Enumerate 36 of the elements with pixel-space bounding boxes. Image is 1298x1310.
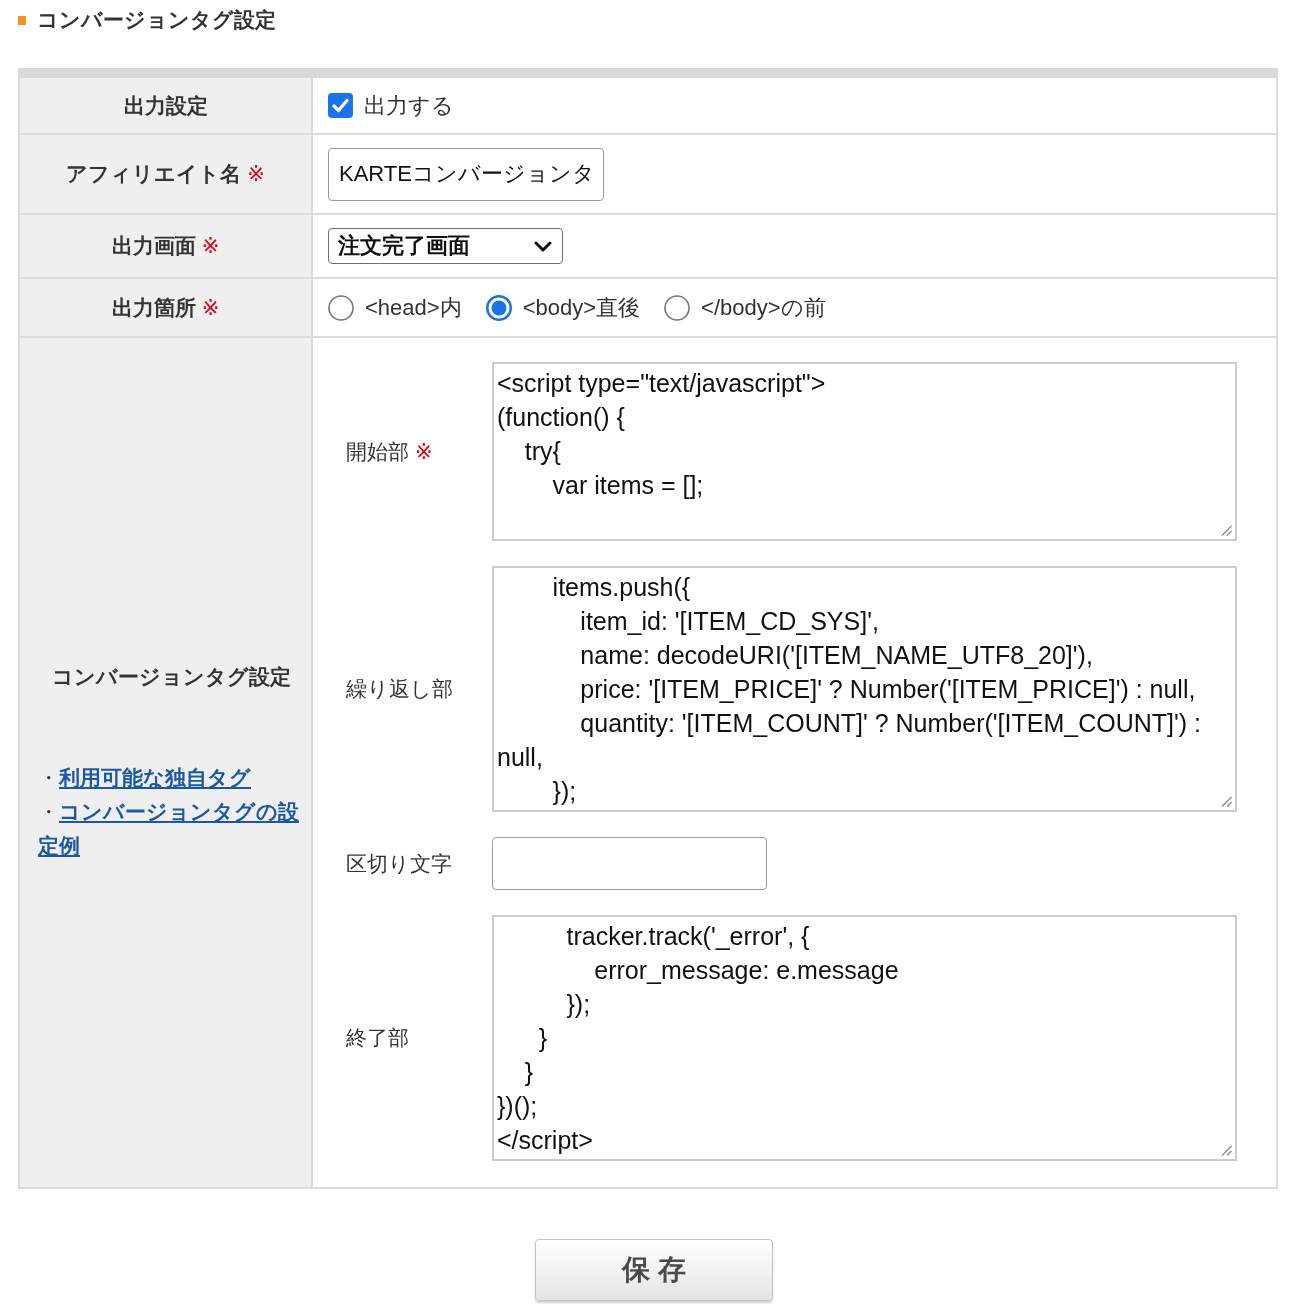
checkbox-label[interactable]: 出力する xyxy=(364,90,454,121)
checkbox[interactable] xyxy=(328,93,353,118)
code-textarea[interactable]: <script type="text/javascript"> (function() { try{ var items = []; xyxy=(492,362,1237,541)
field-label: 出力箇所 xyxy=(111,294,196,321)
chevron-down-icon xyxy=(534,240,552,252)
radio-label[interactable]: </body>の前 xyxy=(701,292,826,323)
required-mark: ※ xyxy=(201,234,220,258)
field-label: 出力設定 xyxy=(123,92,208,119)
text-field[interactable] xyxy=(492,837,767,890)
radio-button[interactable] xyxy=(664,294,691,321)
square-bullet-icon xyxy=(18,15,26,25)
resize-grip-icon[interactable] xyxy=(1221,796,1232,807)
radio-button[interactable] xyxy=(328,294,354,321)
section-title: コンバージョンタグ設定 xyxy=(37,7,276,33)
resize-grip-icon[interactable] xyxy=(1221,525,1232,536)
radio-label[interactable]: <body>直後 xyxy=(522,292,641,323)
field-label: アフィリエイト名 xyxy=(66,161,242,187)
field-label: 開始部 xyxy=(346,438,409,465)
field-label: 区切り文字 xyxy=(346,850,452,877)
field-label: 終了部 xyxy=(346,1025,409,1051)
field-label: コンバージョンタグ設定 xyxy=(51,663,292,690)
help-link[interactable]: ・コンバージョンタグの設定例 xyxy=(38,794,301,863)
dropdown[interactable]: 注文完了画面 xyxy=(328,228,563,264)
help-link[interactable]: ・利用可能な独自タグ xyxy=(38,760,301,795)
resize-grip-icon[interactable] xyxy=(1221,1145,1232,1156)
field-label: 出力画面 xyxy=(111,233,196,259)
code-textarea[interactable]: items.push({ item_id: '[ITEM_CD_SYS]', name: decodeURI('[ITEM_NAME_UTF8_20]'), price: '[ITEM_PRICE]' ? Number('[ITEM_PRICE]') : null, quantity: '[ITEM_COUNT]' ? Number('[ITEM_COUNT]') : null, }); xyxy=(492,566,1237,812)
radio-button[interactable] xyxy=(485,294,512,321)
required-mark: ※ xyxy=(201,295,220,320)
required-mark: ※ xyxy=(415,439,433,464)
code-textarea[interactable]: tracker.track('_error', { error_message: e.message }); } } })(); </script> xyxy=(492,915,1237,1161)
radio-label[interactable]: <head>内 xyxy=(365,292,462,323)
field-label: 繰り返し部 xyxy=(346,676,453,702)
text-field[interactable]: KARTEコンバージョンタ xyxy=(328,147,604,201)
required-mark: ※ xyxy=(247,162,265,186)
save-button[interactable]: 保 存 xyxy=(535,1239,773,1301)
